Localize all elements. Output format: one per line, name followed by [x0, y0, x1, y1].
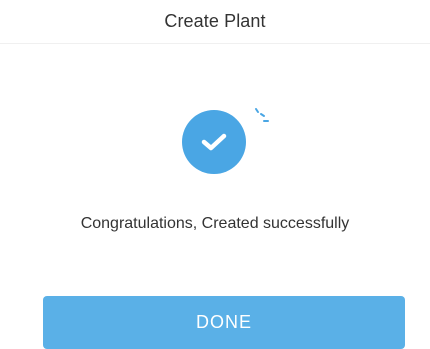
- success-graphic: [180, 104, 270, 174]
- create-plant-success-screen: Create Plant Congratulations, Created su…: [0, 0, 430, 349]
- page-title: Create Plant: [164, 11, 266, 31]
- done-button[interactable]: DONE: [43, 296, 405, 349]
- success-check-icon: [182, 110, 246, 174]
- success-message: Congratulations, Created successfully: [80, 215, 350, 232]
- sparkle-icon: [255, 108, 269, 122]
- checkmark-icon: [201, 133, 227, 151]
- top-bar: Create Plant: [0, 0, 430, 44]
